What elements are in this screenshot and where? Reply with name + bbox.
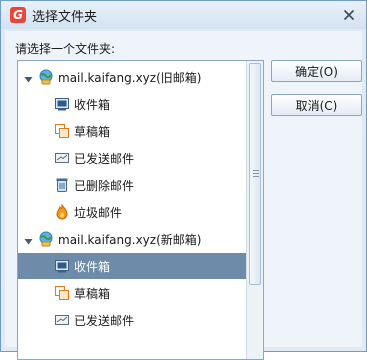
expand-arrow-icon[interactable] <box>24 235 33 244</box>
tree-folder-node[interactable]: 已发送邮件 <box>18 145 246 171</box>
tree-folder-node[interactable]: 已删除邮件 <box>18 172 246 198</box>
tree-node-label: 已发送邮件 <box>74 313 135 328</box>
select-folder-dialog: G 选择文件夹 请选择一个文件夹: mail.kaifang.xyz(旧邮箱) 收… <box>0 0 367 360</box>
prompt-label: 请选择一个文件夹: <box>15 42 116 56</box>
vertical-scrollbar[interactable] <box>246 61 263 359</box>
inbox-icon <box>54 258 70 274</box>
tree-node-label: 草稿箱 <box>74 124 111 139</box>
tree-node-label: 已删除邮件 <box>74 178 135 193</box>
tree-folder-node[interactable]: 垃圾邮件 <box>18 199 246 225</box>
folder-tree[interactable]: mail.kaifang.xyz(旧邮箱) 收件箱 草稿箱 已发送邮件 已删除邮件 垃圾邮… <box>17 60 264 360</box>
tree-node-label: mail.kaifang.xyz(新邮箱) <box>58 232 202 247</box>
scrollbar-grip-line <box>253 176 259 177</box>
app-logo-icon: G <box>10 7 26 23</box>
tree-folder-node[interactable]: 已发送邮件 <box>18 307 246 333</box>
drafts-icon <box>54 285 70 301</box>
scrollbar-grip-line <box>253 173 259 174</box>
tree-account-node[interactable]: mail.kaifang.xyz(旧邮箱) <box>18 64 246 90</box>
tree-account-node[interactable]: mail.kaifang.xyz(新邮箱) <box>18 226 246 252</box>
tree-folder-node[interactable]: 草稿箱 <box>18 280 246 306</box>
account-globe-icon <box>38 231 54 247</box>
scrollbar-grip-line <box>253 170 259 171</box>
tree-node-label: 收件箱 <box>74 97 111 112</box>
tree-folder-node[interactable]: 收件箱 <box>18 91 246 117</box>
expand-arrow-icon[interactable] <box>24 73 33 82</box>
tree-node-label: 草稿箱 <box>74 286 111 301</box>
tree-node-label: 垃圾邮件 <box>74 205 123 220</box>
close-button[interactable] <box>340 6 358 24</box>
ok-button[interactable]: 确定(O) <box>271 60 362 82</box>
dialog-body: 请选择一个文件夹: mail.kaifang.xyz(旧邮箱) 收件箱 草稿箱 已发送… <box>5 31 362 360</box>
tree-node-label: mail.kaifang.xyz(旧邮箱) <box>58 70 202 85</box>
dialog-title: 选择文件夹 <box>32 9 98 25</box>
tree-node-label: 收件箱 <box>74 259 111 274</box>
tree-folder-node[interactable]: 草稿箱 <box>18 118 246 144</box>
cancel-button[interactable]: 取消(C) <box>271 94 362 116</box>
sent-icon <box>54 312 70 328</box>
inbox-icon <box>54 96 70 112</box>
scrollbar-thumb[interactable] <box>249 63 261 285</box>
tree-node-label: 已发送邮件 <box>74 151 135 166</box>
account-globe-icon <box>38 69 54 85</box>
sent-icon <box>54 150 70 166</box>
deleted-icon <box>54 177 70 193</box>
junk-icon <box>54 203 70 220</box>
title-bar[interactable]: G 选择文件夹 <box>1 1 366 29</box>
folder-tree-viewport: mail.kaifang.xyz(旧邮箱) 收件箱 草稿箱 已发送邮件 已删除邮件 垃圾邮… <box>18 61 246 359</box>
tree-folder-node[interactable]: 收件箱 <box>18 253 246 279</box>
close-icon <box>343 9 355 21</box>
drafts-icon <box>54 123 70 139</box>
